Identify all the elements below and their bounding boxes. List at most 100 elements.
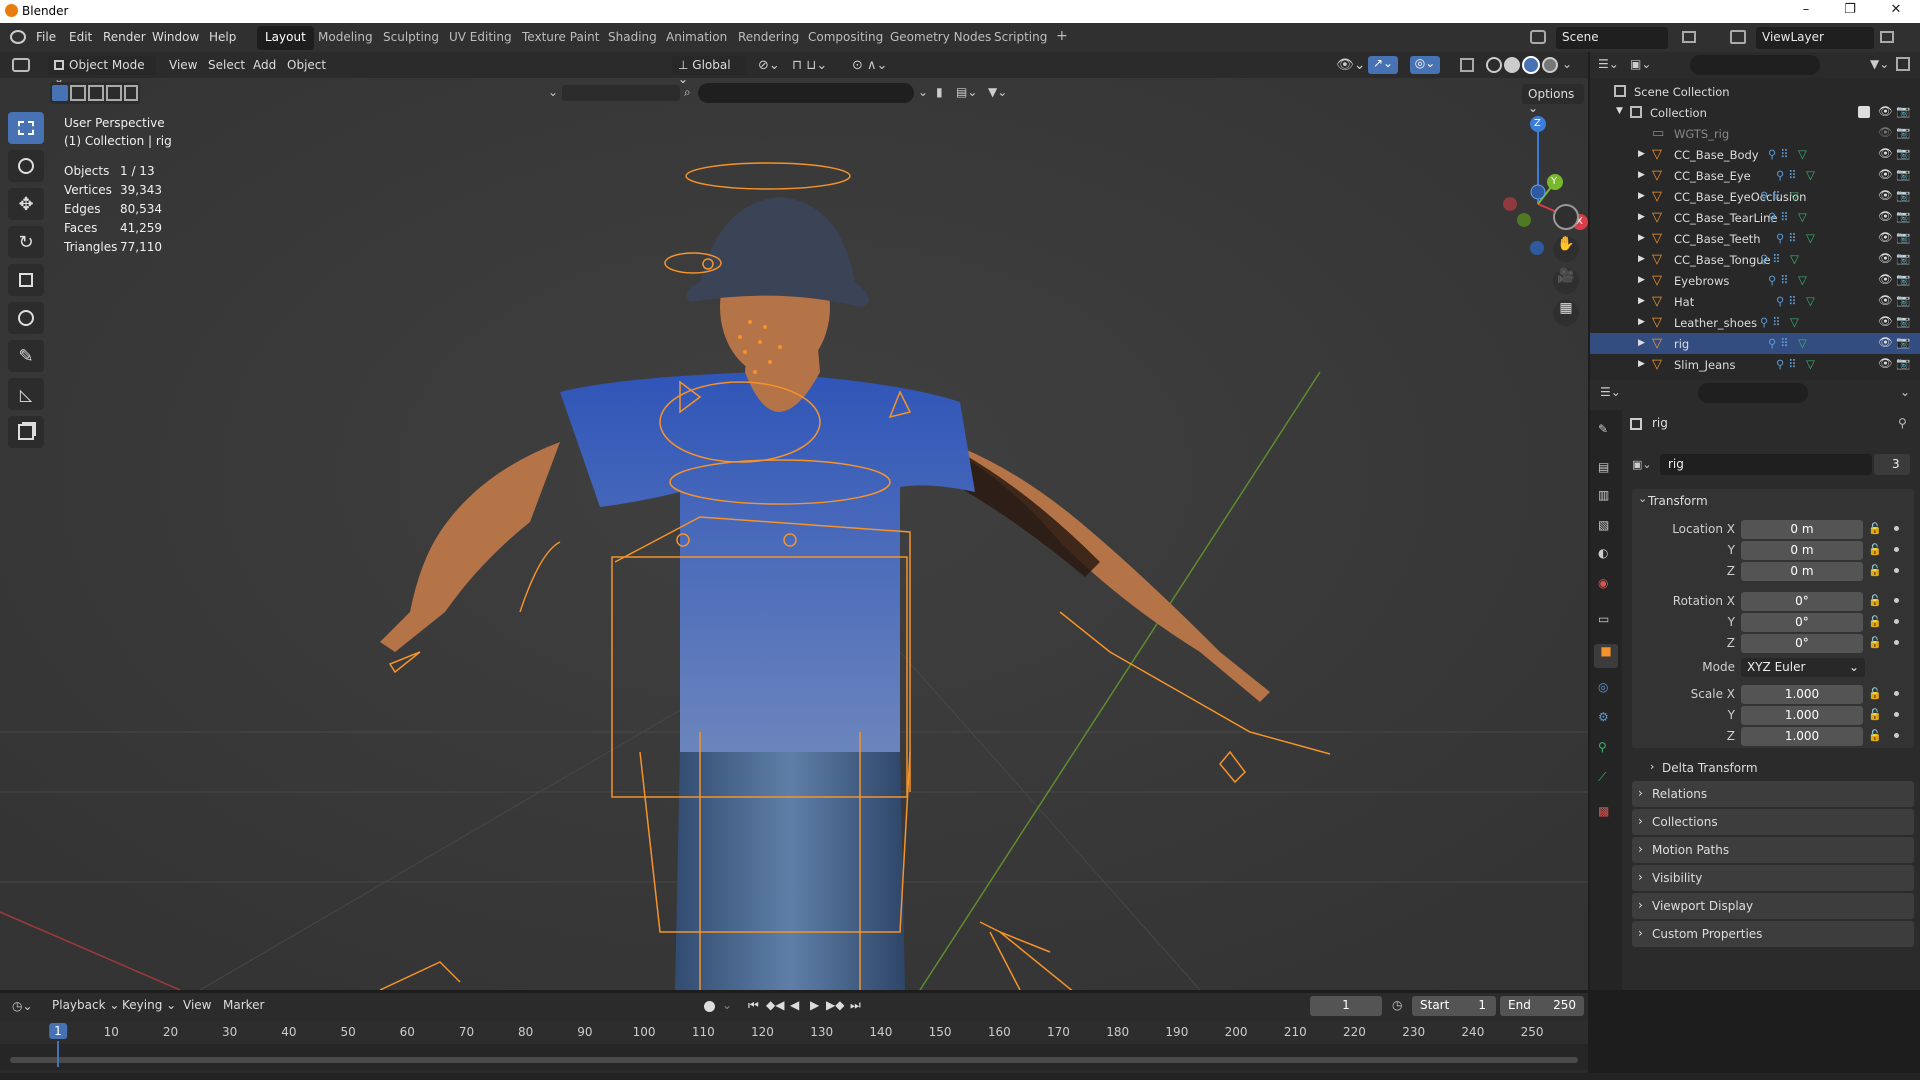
current-frame-field[interactable]: 1 <box>1310 996 1382 1016</box>
modifier-wrench-icon[interactable]: ⚲ ⠿ <box>1760 315 1781 329</box>
next-keyframe-icon[interactable]: ▶◆ <box>826 998 844 1012</box>
eye-icon[interactable]: 👁 <box>1878 125 1893 139</box>
mode-selector[interactable]: Object Mode ⌄ <box>48 56 156 86</box>
start-frame-field[interactable]: Start 1 <box>1412 996 1496 1016</box>
mesh-data-icon[interactable]: ▽ <box>1806 168 1815 182</box>
add-cube-tool-icon[interactable] <box>8 416 44 448</box>
minimize-button[interactable]: – <box>1794 2 1818 17</box>
modifier-wrench-icon[interactable]: ⚲ ⠿ <box>1776 231 1797 245</box>
keyframe-dot-icon[interactable] <box>1894 526 1899 531</box>
blender-menu-icon[interactable] <box>10 30 26 44</box>
preview-range-icon[interactable]: ◷ <box>1392 998 1402 1012</box>
eye-icon[interactable]: 👁 <box>1878 104 1893 118</box>
camera-icon[interactable]: 📷 <box>1896 272 1910 286</box>
shading-dropdown-icon[interactable]: ⌄ <box>1562 57 1572 71</box>
object-datablock-icon[interactable]: ▣⌄ <box>1630 456 1658 476</box>
record-options-icon[interactable]: ⌄ <box>722 998 732 1012</box>
keyframe-dot-icon[interactable] <box>1894 547 1899 552</box>
select-mode-subtract-icon[interactable] <box>88 85 104 101</box>
display-mode-icon[interactable]: ▣⌄ <box>1630 57 1651 71</box>
menu-playback[interactable]: Playback ⌄ <box>46 996 125 1015</box>
lock-icon[interactable]: 🔓 <box>1868 564 1882 577</box>
rotate-tool-icon[interactable]: ↻ <box>8 226 44 258</box>
outliner-item[interactable]: ▶ ▽ Hat ⚲ ⠿ ▽ 👁 📷 <box>1590 291 1920 312</box>
lock-icon[interactable]: 🔓 <box>1868 522 1882 535</box>
tab-tool-icon[interactable]: ✎ <box>1598 422 1608 436</box>
expand-arrow-icon[interactable]: ▶ <box>1638 212 1645 222</box>
timeline-editor-type-icon[interactable]: ◷⌄ <box>12 999 33 1013</box>
tab-texture-icon[interactable]: ▩ <box>1598 804 1609 818</box>
mesh-data-icon[interactable]: ▽ <box>1806 294 1815 308</box>
keyframe-dot-icon[interactable] <box>1894 619 1899 624</box>
camera-icon[interactable]: 📷 <box>1896 356 1910 370</box>
menu-add[interactable]: Add <box>247 56 282 75</box>
location-x-field[interactable]: 0 m <box>1741 520 1863 539</box>
select-mode-intersect-icon[interactable] <box>124 85 138 101</box>
new-collection-icon[interactable] <box>1896 57 1910 71</box>
menu-timeline-view[interactable]: View <box>177 996 217 1015</box>
eye-icon[interactable]: 👁 <box>1878 272 1893 286</box>
snap-icon[interactable]: ⊓ ⊔⌄ <box>792 58 827 73</box>
shading-material-icon[interactable] <box>1522 56 1540 74</box>
viewport-search-input[interactable] <box>698 83 914 103</box>
outliner-item[interactable]: ▭ WGTS_rig 👁 📷 <box>1590 123 1920 144</box>
outliner-item[interactable]: ▶ ▽ CC_Base_TearLine ⚲ ⠿ ▽ 👁 📷 <box>1590 207 1920 228</box>
menu-object[interactable]: Object <box>281 56 332 75</box>
menu-window[interactable]: Window <box>152 30 199 44</box>
expand-arrow-icon[interactable]: ▶ <box>1638 191 1645 201</box>
eye-icon[interactable]: 👁 <box>1878 251 1893 265</box>
tab-sculpting[interactable]: Sculpting <box>375 26 447 50</box>
modifier-wrench-icon[interactable]: ⚲ ⠿ <box>1768 147 1789 161</box>
rotation-x-field[interactable]: 0° <box>1741 592 1863 611</box>
panel-collections[interactable]: › Collections <box>1632 809 1914 835</box>
object-type-dropdown-icon[interactable]: ⌄ <box>548 85 558 99</box>
eye-icon[interactable]: 👁 <box>1878 335 1893 349</box>
shading-wireframe-icon[interactable] <box>1486 57 1502 73</box>
scale-tool-icon[interactable] <box>8 264 44 296</box>
filter-dropdown-icon[interactable]: ⌄ <box>918 85 928 99</box>
expand-arrow-icon[interactable]: ▶ <box>1638 338 1645 348</box>
expand-arrow-icon[interactable]: ▶ <box>1638 254 1645 264</box>
annotate-tool-icon[interactable]: ✎ <box>8 340 44 372</box>
gizmo-toggle-icon[interactable]: ↗⌄ <box>1368 56 1398 74</box>
lock-icon[interactable]: 🔓 <box>1868 708 1882 721</box>
visibility-icon[interactable]: 👁⌄ <box>1336 57 1366 73</box>
tab-output-icon[interactable]: ▥ <box>1598 488 1609 502</box>
tab-object-data-icon[interactable]: ⚲ <box>1598 740 1607 754</box>
rotation-z-field[interactable]: 0° <box>1741 634 1863 653</box>
rotation-mode-dropdown[interactable]: XYZ Euler ⌄ <box>1741 658 1865 677</box>
tab-uv-editing[interactable]: UV Editing <box>441 26 520 50</box>
eye-icon[interactable]: 👁 <box>1878 293 1893 307</box>
panel-relations[interactable]: › Relations <box>1632 781 1914 807</box>
camera-icon[interactable]: 📷 <box>1896 188 1910 202</box>
eye-icon[interactable]: 👁 <box>1878 146 1893 160</box>
mesh-data-icon[interactable]: ▽ <box>1798 273 1807 287</box>
tab-layout[interactable]: Layout <box>257 26 314 50</box>
tab-scene-icon[interactable]: ◐ <box>1598 546 1608 560</box>
shading-solid-icon[interactable] <box>1504 57 1520 73</box>
menu-keying[interactable]: Keying ⌄ <box>116 996 182 1015</box>
tab-render-icon[interactable]: ▤ <box>1598 460 1609 474</box>
record-button-icon[interactable] <box>704 1001 715 1012</box>
play-icon[interactable]: ▶ <box>810 998 819 1012</box>
pan-hand-icon[interactable]: ✋ <box>1553 236 1579 262</box>
editor-type-icon[interactable] <box>12 58 30 72</box>
outliner-item[interactable]: ▶ ▽ Eyebrows ⚲ ⠿ ▽ 👁 📷 <box>1590 270 1920 291</box>
modifier-wrench-icon[interactable]: ⚲ ⠿ <box>1768 273 1789 287</box>
lock-icon[interactable]: 🔓 <box>1868 636 1882 649</box>
mesh-data-icon[interactable]: ▽ <box>1798 210 1807 224</box>
modifier-wrench-icon[interactable]: ⚲ ⠿ <box>1768 210 1789 224</box>
scale-z-field[interactable]: 1.000 <box>1741 727 1863 746</box>
select-mode-new-icon[interactable] <box>52 85 68 101</box>
camera-icon[interactable]: 📷 <box>1896 125 1910 139</box>
eye-icon[interactable]: 👁 <box>1878 209 1893 223</box>
object-type-filter-icons[interactable] <box>562 85 680 101</box>
keyframe-dot-icon[interactable] <box>1894 733 1899 738</box>
modifier-wrench-icon[interactable]: ⚲ ⠿ <box>1760 189 1781 203</box>
outliner-filter-icon[interactable]: ▼⌄ <box>1870 57 1889 71</box>
menu-marker[interactable]: Marker <box>217 996 270 1015</box>
eye-icon[interactable]: 👁 <box>1878 230 1893 244</box>
eye-icon[interactable]: 👁 <box>1878 314 1893 328</box>
exclude-checkbox-icon[interactable] <box>1858 106 1870 118</box>
new-scene-icon[interactable] <box>1682 31 1696 43</box>
